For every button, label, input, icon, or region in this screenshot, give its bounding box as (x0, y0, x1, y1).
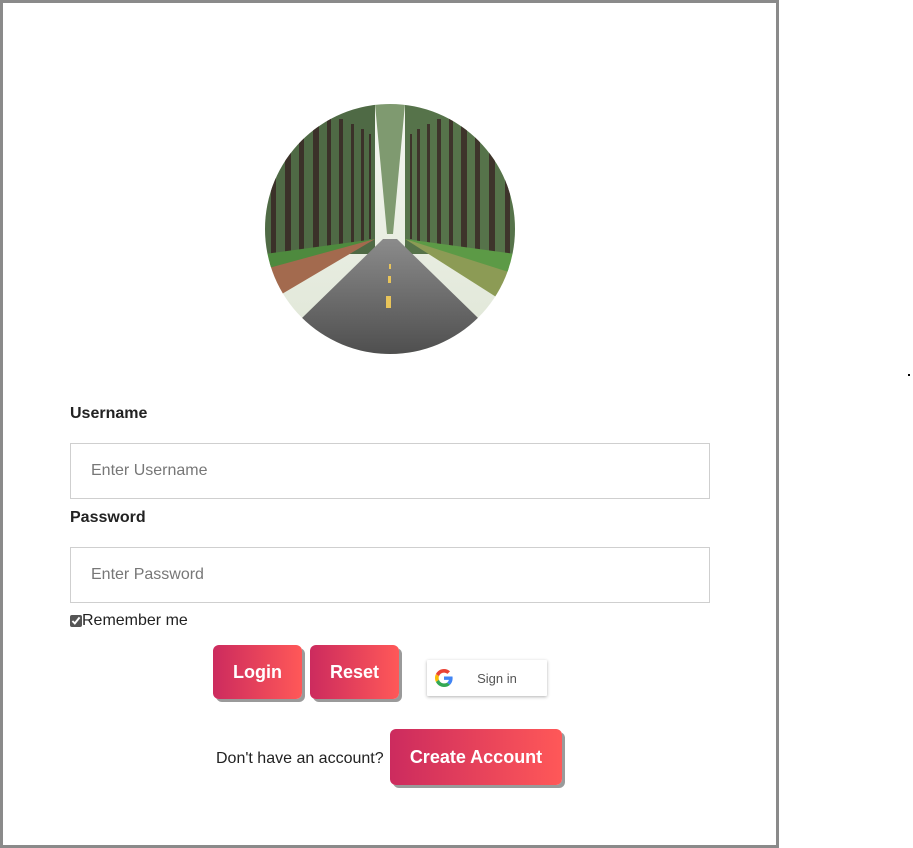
create-account-button[interactable]: Create Account (390, 729, 562, 785)
remember-me-label: Remember me (82, 612, 188, 629)
username-input[interactable] (70, 443, 710, 499)
remember-me-checkbox[interactable] (70, 615, 82, 627)
avatar-image (265, 104, 515, 354)
login-card: Username Password Remember me Login Rese… (0, 0, 779, 848)
password-label: Password (70, 509, 146, 526)
signup-prompt: Don't have an account? (216, 750, 384, 767)
google-g-icon (435, 669, 453, 687)
login-button[interactable]: Login (213, 645, 302, 699)
google-sign-in-button[interactable]: Sign in (427, 660, 547, 696)
google-sign-in-label: Sign in (477, 670, 517, 686)
reset-button[interactable]: Reset (310, 645, 399, 699)
username-label: Username (70, 405, 148, 422)
stray-dot (908, 374, 910, 376)
remember-me[interactable]: Remember me (70, 612, 188, 630)
password-input[interactable] (70, 547, 710, 603)
